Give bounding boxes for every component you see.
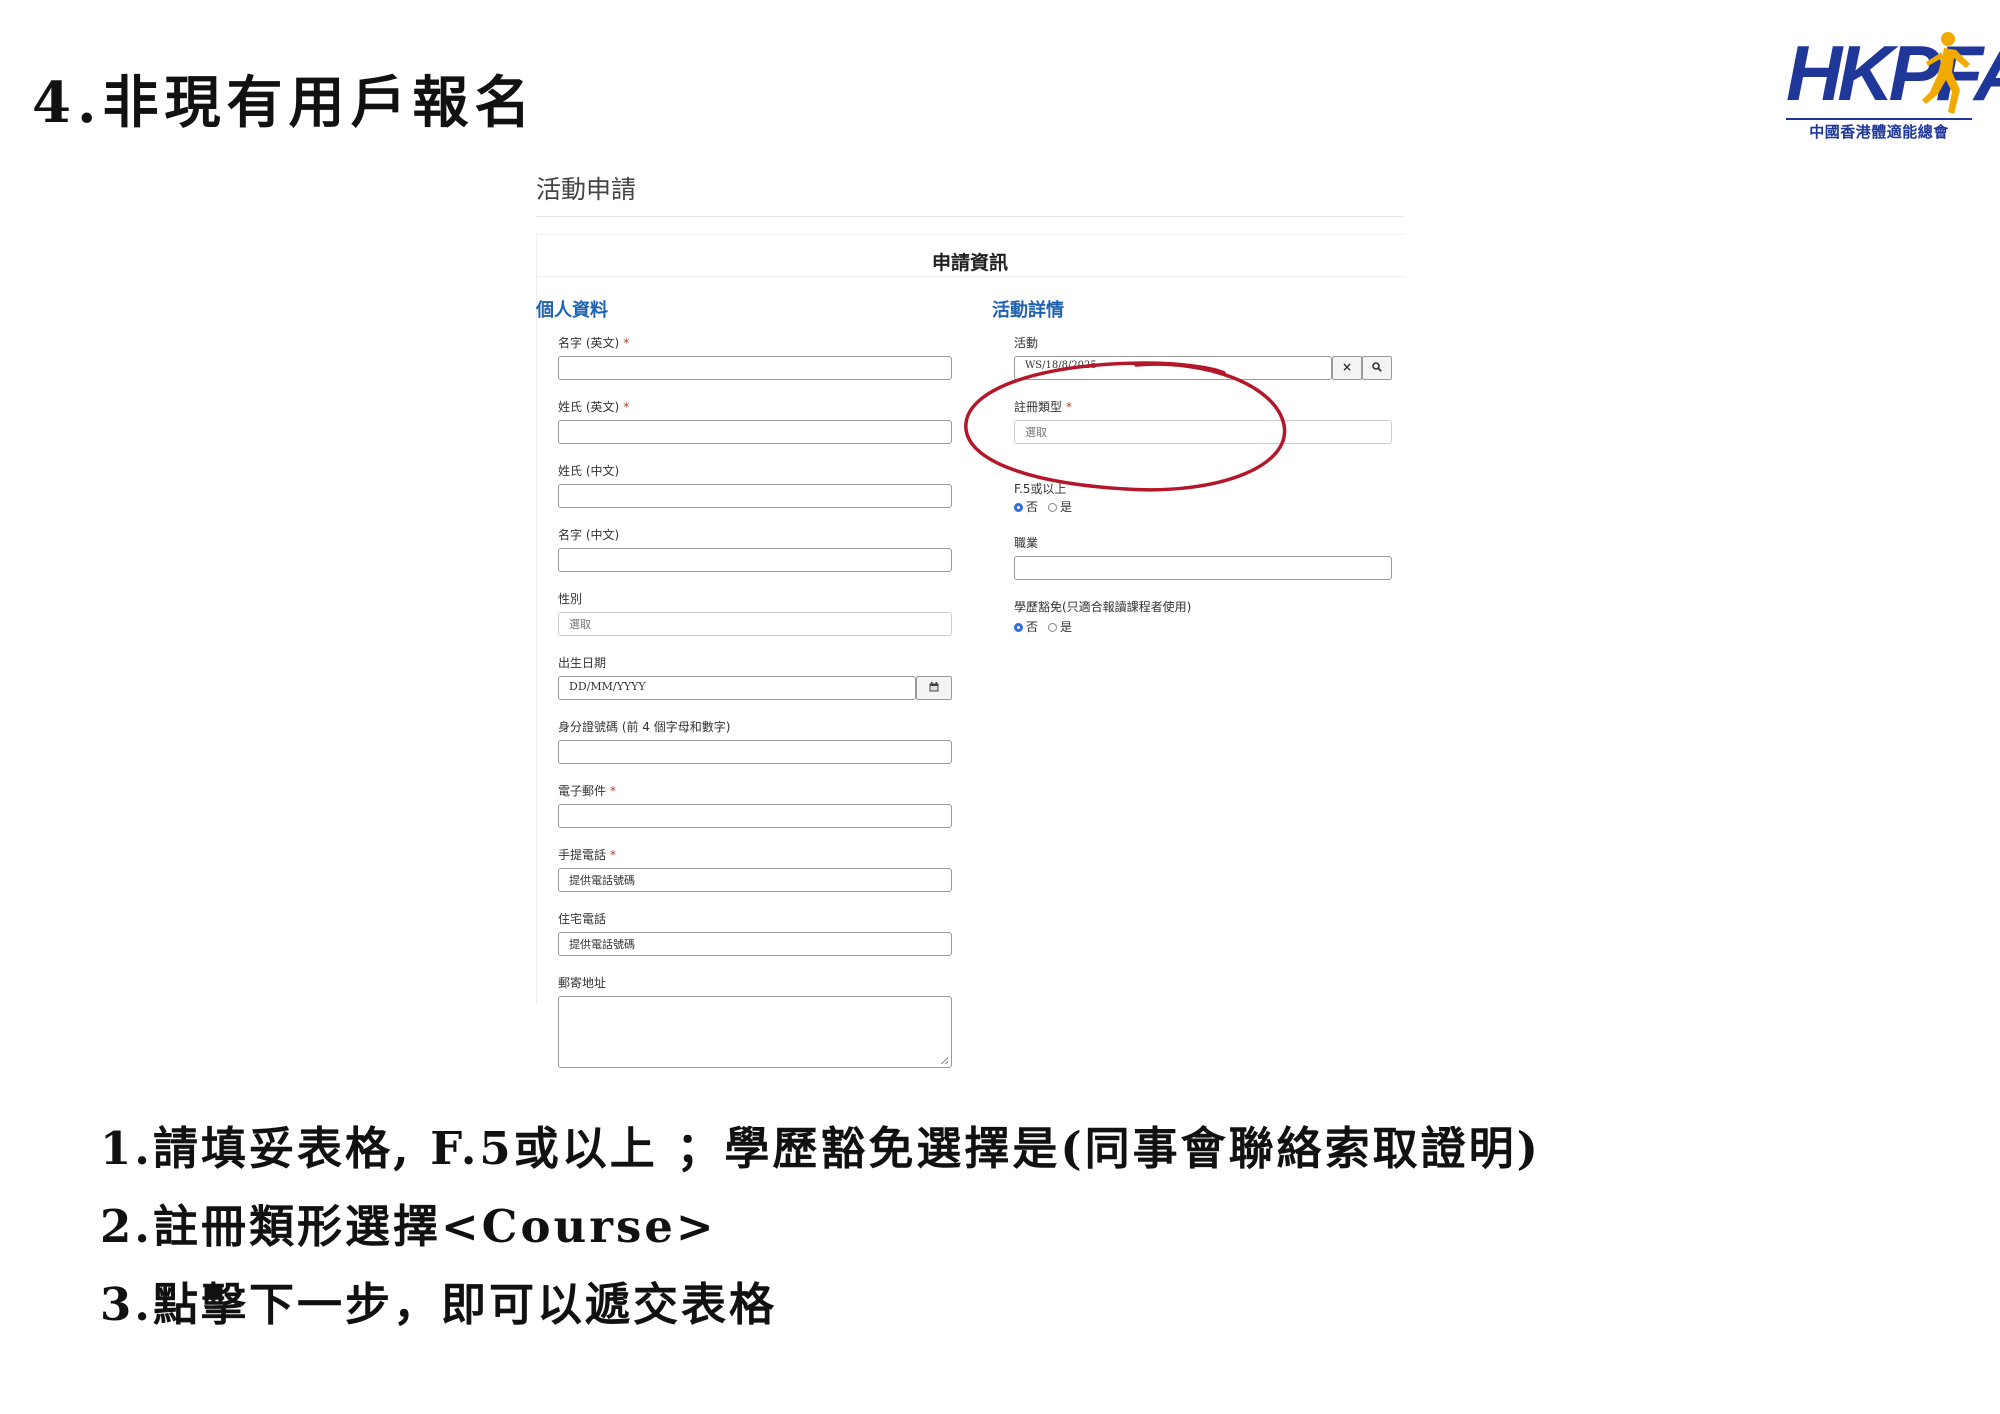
section-title: 申請資訊 [931,252,1008,274]
last-name-en-input[interactable] [558,420,952,444]
mailing-address-label: 郵寄地址 [558,976,607,990]
birth-date-label: 出生日期 [558,656,607,670]
id-number-label: 身分證號碼 (前 4 個字母和數字) [558,720,731,734]
first-name-zh-input[interactable] [558,548,952,572]
calendar-icon [929,682,939,692]
radio-unchecked-icon [1048,623,1058,632]
last-name-zh-input[interactable] [558,484,952,508]
highlight-circle [964,361,1287,492]
home-phone-input[interactable]: 提供電話號碼 [558,932,952,956]
hkpfa-logo: HKPFA 中國香港體適能總會 [1786,30,2000,142]
last-name-zh-label: 姓氏 (中文) [558,464,620,478]
email-input[interactable] [558,804,952,828]
home-phone-label: 住宅電話 [558,912,607,926]
calendar-button[interactable] [916,676,952,700]
runner-figure-icon [1922,32,1970,114]
logo-subtitle: 中國香港體適能總會 [1786,118,1972,142]
email-label: 電子郵件 * [558,784,617,798]
first-name-en-input[interactable] [558,356,952,380]
divider [536,216,1404,217]
gender-select[interactable]: 選取 [558,612,952,636]
instruction-step-3: 3.點擊下一步，即可以遞交表格 [100,1278,777,1331]
exemption-option-no[interactable]: 否 [1014,620,1038,634]
education-exemption-label: 學歷豁免(只適合報讀課程者使用) [1014,600,1192,614]
search-icon [1372,362,1382,372]
education-exemption-radio-group: 否是 [1014,618,1072,635]
radio-checked-icon [1014,623,1023,632]
form-screenshot: 活動申請 申請資訊 個人資料 名字 (英文) * 姓氏 (英文) * 姓氏 (中文)… [536,160,1406,1090]
panel-border [536,234,537,1004]
gender-label: 性別 [558,592,583,606]
mailing-address-textarea[interactable] [558,996,952,1068]
activity-label: 活動 [1014,336,1039,350]
occupation-input[interactable] [1014,556,1392,580]
instruction-step-2: 2.註冊類形選擇<Course> [100,1200,717,1253]
divider [536,276,1404,277]
birth-date-input[interactable]: DD/MM/YYYY [558,676,916,700]
slide-title: 4.非現有用戶報名 [32,70,537,136]
close-icon: × [1341,360,1353,374]
occupation-label: 職業 [1014,536,1039,550]
mobile-phone-input[interactable]: 提供電話號碼 [558,868,952,892]
id-number-input[interactable] [558,740,952,764]
form-heading: 活動申請 [536,175,637,204]
exemption-option-yes[interactable]: 是 [1048,620,1072,634]
resize-handle[interactable] [940,1056,948,1064]
last-name-en-label: 姓氏 (英文) * [558,400,630,414]
activity-details-title: 活動詳情 [992,300,1064,321]
first-name-en-label: 名字 (英文) * [558,336,630,350]
search-activity-button[interactable] [1362,356,1392,380]
instruction-step-1: 1.請填妥表格, F.5或以上 ；學歷豁免選擇是(同事會聯絡索取證明) [100,1122,1541,1175]
clear-activity-button[interactable]: × [1332,356,1362,380]
mobile-phone-label: 手提電話 * [558,848,617,862]
divider [536,234,1404,235]
personal-info-title: 個人資料 [536,300,608,321]
first-name-zh-label: 名字 (中文) [558,528,620,542]
